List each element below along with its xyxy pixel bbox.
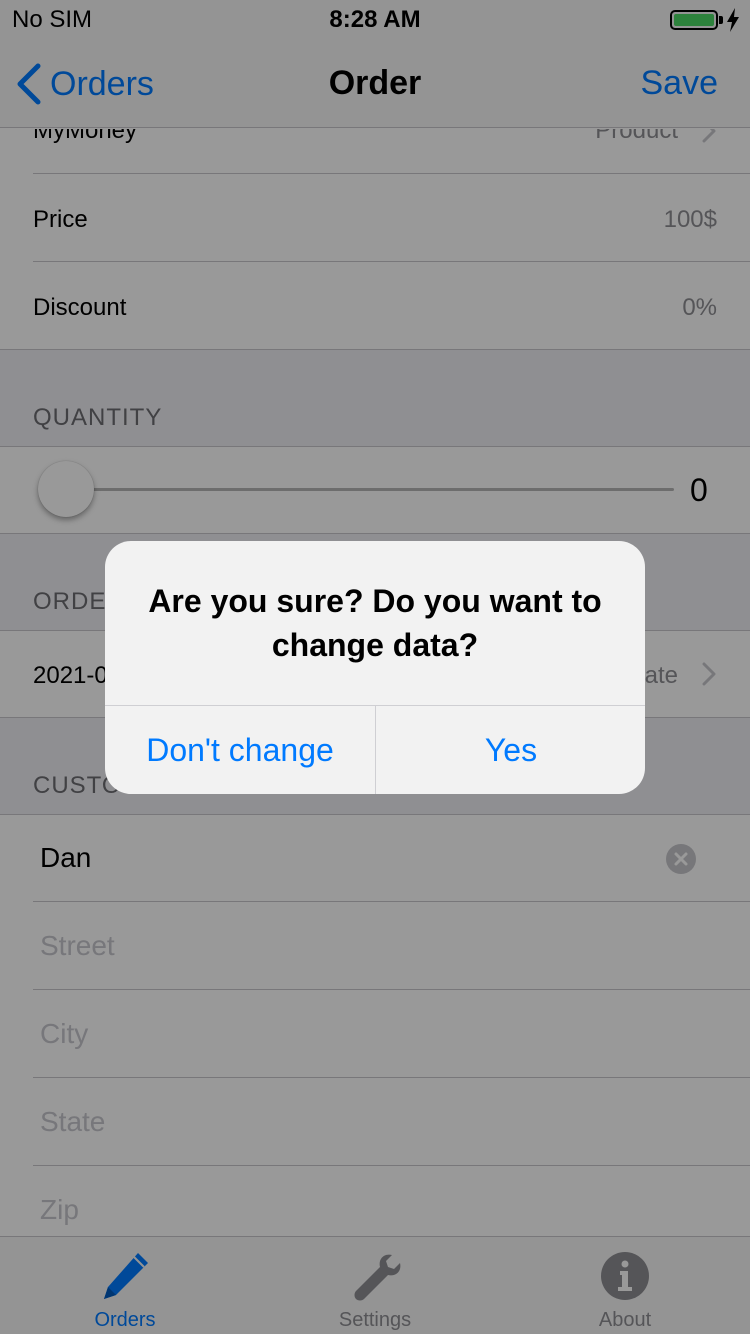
order-screen: No SIM 8:28 AM Orders Order Save MyMoney… xyxy=(0,0,750,1334)
dont-change-button[interactable]: Don't change xyxy=(105,706,375,794)
alert-message: Are you sure? Do you want to change data… xyxy=(148,583,602,663)
yes-button[interactable]: Yes xyxy=(376,706,645,794)
confirm-alert-dialog: Are you sure? Do you want to change data… xyxy=(105,541,645,794)
